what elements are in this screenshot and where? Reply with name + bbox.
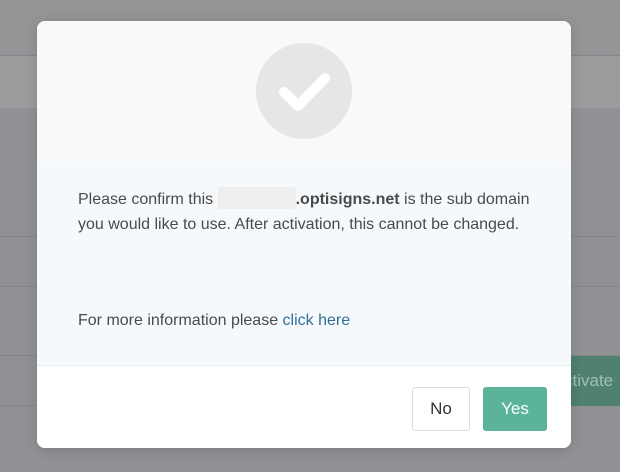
no-button[interactable]: No bbox=[412, 387, 470, 431]
yes-button[interactable]: Yes bbox=[483, 387, 547, 431]
dialog-header bbox=[37, 21, 571, 163]
message-prefix: Please confirm this bbox=[78, 191, 218, 208]
more-info-label: For more information please bbox=[78, 312, 283, 329]
confirm-subdomain-dialog: Please confirm this .optisigns.net is th… bbox=[37, 21, 571, 448]
click-here-link[interactable]: click here bbox=[283, 312, 351, 329]
dialog-footer: No Yes bbox=[37, 366, 571, 448]
redacted-subdomain bbox=[217, 187, 296, 209]
dialog-body: Please confirm this .optisigns.net is th… bbox=[37, 163, 571, 366]
confirm-message: Please confirm this .optisigns.net is th… bbox=[78, 187, 538, 237]
domain-suffix: .optisigns.net bbox=[295, 191, 400, 208]
more-info-text: For more information please click here bbox=[78, 308, 538, 333]
checkmark-icon bbox=[256, 43, 352, 139]
